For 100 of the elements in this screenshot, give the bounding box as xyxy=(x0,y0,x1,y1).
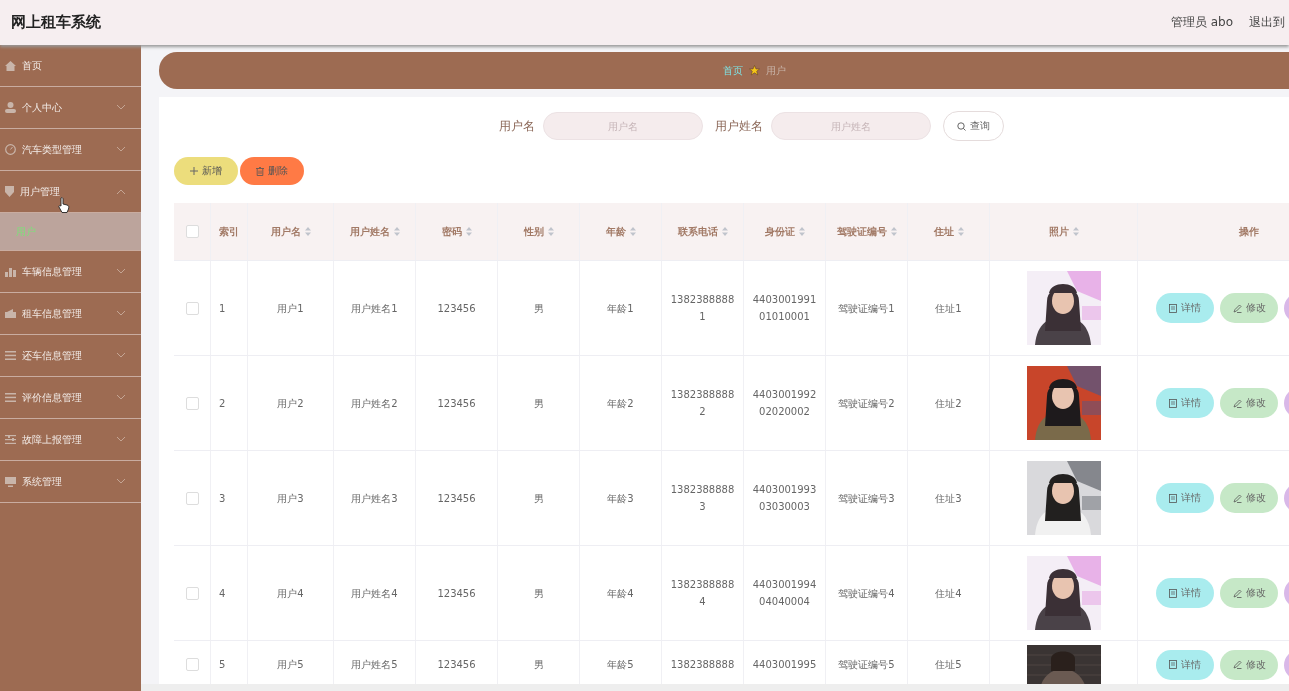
sidebar-item[interactable]: 租车信息管理 xyxy=(0,293,141,335)
table-cell-text: 年龄3 xyxy=(606,491,635,506)
document-icon xyxy=(1169,303,1177,313)
document-icon xyxy=(1169,493,1177,503)
table-cell-text: 用户3 xyxy=(276,491,305,506)
table-cell-text: 用户5 xyxy=(276,658,305,672)
sidebar-item[interactable]: 系统管理 xyxy=(0,461,141,503)
pencil-icon xyxy=(1232,588,1242,598)
edit-button[interactable]: 修改 xyxy=(1220,388,1278,418)
table-cell-text: 13823888882 xyxy=(670,388,735,419)
table-cell-text: 驾驶证编号1 xyxy=(837,301,896,316)
sort-icon xyxy=(890,227,897,236)
document-icon xyxy=(1169,398,1177,408)
table-cell-text: 年龄5 xyxy=(606,658,635,672)
column-header[interactable]: 用户姓名 xyxy=(349,224,400,239)
sidebar-item[interactable]: 还车信息管理 xyxy=(0,335,141,377)
field-label: 用户姓名 xyxy=(715,117,763,135)
table-cell-text: 3 xyxy=(219,491,227,506)
table-cell-text: 4403001995 xyxy=(752,658,817,672)
column-header: 操作 xyxy=(1238,224,1259,239)
detail-button[interactable]: 详情 xyxy=(1156,483,1214,513)
star-icon xyxy=(748,65,760,76)
table-cell-text: 男 xyxy=(532,491,545,506)
pencil-icon xyxy=(1232,398,1242,408)
column-header[interactable]: 驾驶证编号 xyxy=(836,224,897,239)
checkbox[interactable] xyxy=(185,586,199,600)
column-header[interactable]: 密码 xyxy=(441,224,472,239)
table-cell-text: 用户姓名5 xyxy=(350,658,399,672)
field-label: 用户名 xyxy=(499,117,535,135)
sort-icon xyxy=(798,227,805,236)
sidebar-item[interactable]: 个人中心 xyxy=(0,87,141,129)
gauge-icon xyxy=(5,144,16,155)
table-cell-text: 123456 xyxy=(436,301,477,316)
search-button[interactable]: 查询 xyxy=(943,111,1004,141)
column-header[interactable]: 性别 xyxy=(523,224,554,239)
breadcrumb-link[interactable]: 首页 xyxy=(722,63,743,78)
pencil-icon xyxy=(1232,303,1242,313)
table-cell-text: 男 xyxy=(532,658,545,672)
checkbox[interactable] xyxy=(185,225,199,238)
checkbox[interactable] xyxy=(185,301,199,315)
edit-button[interactable]: 修改 xyxy=(1220,649,1278,680)
column-header[interactable]: 身份证 xyxy=(764,224,805,239)
add-button[interactable]: 新增 xyxy=(174,157,238,185)
table-cell-text: 驾驶证编号5 xyxy=(837,658,896,672)
table-cell-text: 年龄2 xyxy=(606,396,635,411)
table-cell-text: 13823888881 xyxy=(670,293,735,324)
table-cell-text: 440300199303030003 xyxy=(752,483,817,514)
column-header[interactable]: 住址 xyxy=(933,224,964,239)
sidebar-item[interactable]: 评价信息管理 xyxy=(0,377,141,419)
admin-label: 管理员 abo xyxy=(1170,14,1233,31)
plus-icon xyxy=(190,167,198,175)
column-header[interactable]: 照片 xyxy=(1048,224,1079,239)
sort-icon xyxy=(629,227,636,236)
column-header[interactable]: 联系电话 xyxy=(677,224,728,239)
table-cell-text: 用户姓名1 xyxy=(350,301,399,316)
home-icon xyxy=(5,60,16,71)
table-cell-text: 440300199202020002 xyxy=(752,388,817,419)
table-cell-text: 2 xyxy=(219,396,227,411)
document-icon xyxy=(1169,588,1177,598)
monitor-icon xyxy=(5,476,16,487)
detail-button[interactable]: 详情 xyxy=(1156,293,1214,323)
sidebar-item[interactable]: 汽车类型管理 xyxy=(0,129,141,171)
table-cell-text: 用户2 xyxy=(276,396,305,411)
sort-icon xyxy=(957,227,964,236)
sort-icon xyxy=(465,227,472,236)
table-cell-text: 440300199404040004 xyxy=(752,578,817,609)
document-icon xyxy=(1169,660,1177,669)
detail-button[interactable]: 详情 xyxy=(1156,388,1214,418)
sort-icon xyxy=(721,227,728,236)
table-cell-text: 住址1 xyxy=(934,301,963,316)
table-cell-text: 用户4 xyxy=(276,586,305,601)
edit-button[interactable]: 修改 xyxy=(1220,578,1278,608)
delete-button[interactable]: 删除 xyxy=(240,157,304,185)
checkbox[interactable] xyxy=(185,658,199,671)
checkbox[interactable] xyxy=(185,396,199,410)
table-cell-text: 住址4 xyxy=(934,586,963,601)
search-icon xyxy=(957,121,966,131)
column-header[interactable]: 用户名 xyxy=(270,224,311,239)
list-icon xyxy=(5,393,16,402)
detail-button[interactable]: 详情 xyxy=(1156,578,1214,608)
sort-icon xyxy=(393,227,400,236)
sidebar-item[interactable]: 故障上报管理 xyxy=(0,419,141,461)
detail-button[interactable]: 详情 xyxy=(1156,649,1214,680)
sort-icon xyxy=(547,227,554,236)
edit-button[interactable]: 修改 xyxy=(1220,293,1278,323)
table-cell-text: 用户姓名4 xyxy=(350,586,399,601)
table-cell-text: 住址2 xyxy=(934,396,963,411)
sidebar-item[interactable]: 首页 xyxy=(0,45,141,87)
sidebar-item[interactable]: 车辆信息管理 xyxy=(0,251,141,293)
column-header[interactable]: 年龄 xyxy=(605,224,636,239)
person-icon xyxy=(5,102,16,113)
table-cell-text: 5 xyxy=(219,658,227,672)
table-cell-text: 13823888883 xyxy=(670,483,735,514)
breadcrumb-link[interactable]: 用户 xyxy=(765,63,786,78)
edit-button[interactable]: 修改 xyxy=(1220,483,1278,513)
logout-link[interactable]: 退出到 xyxy=(1249,14,1285,31)
checkbox[interactable] xyxy=(185,491,199,505)
table-cell-text: 4 xyxy=(219,586,227,601)
sort-icon xyxy=(304,227,311,236)
sort-icon xyxy=(1072,227,1079,236)
